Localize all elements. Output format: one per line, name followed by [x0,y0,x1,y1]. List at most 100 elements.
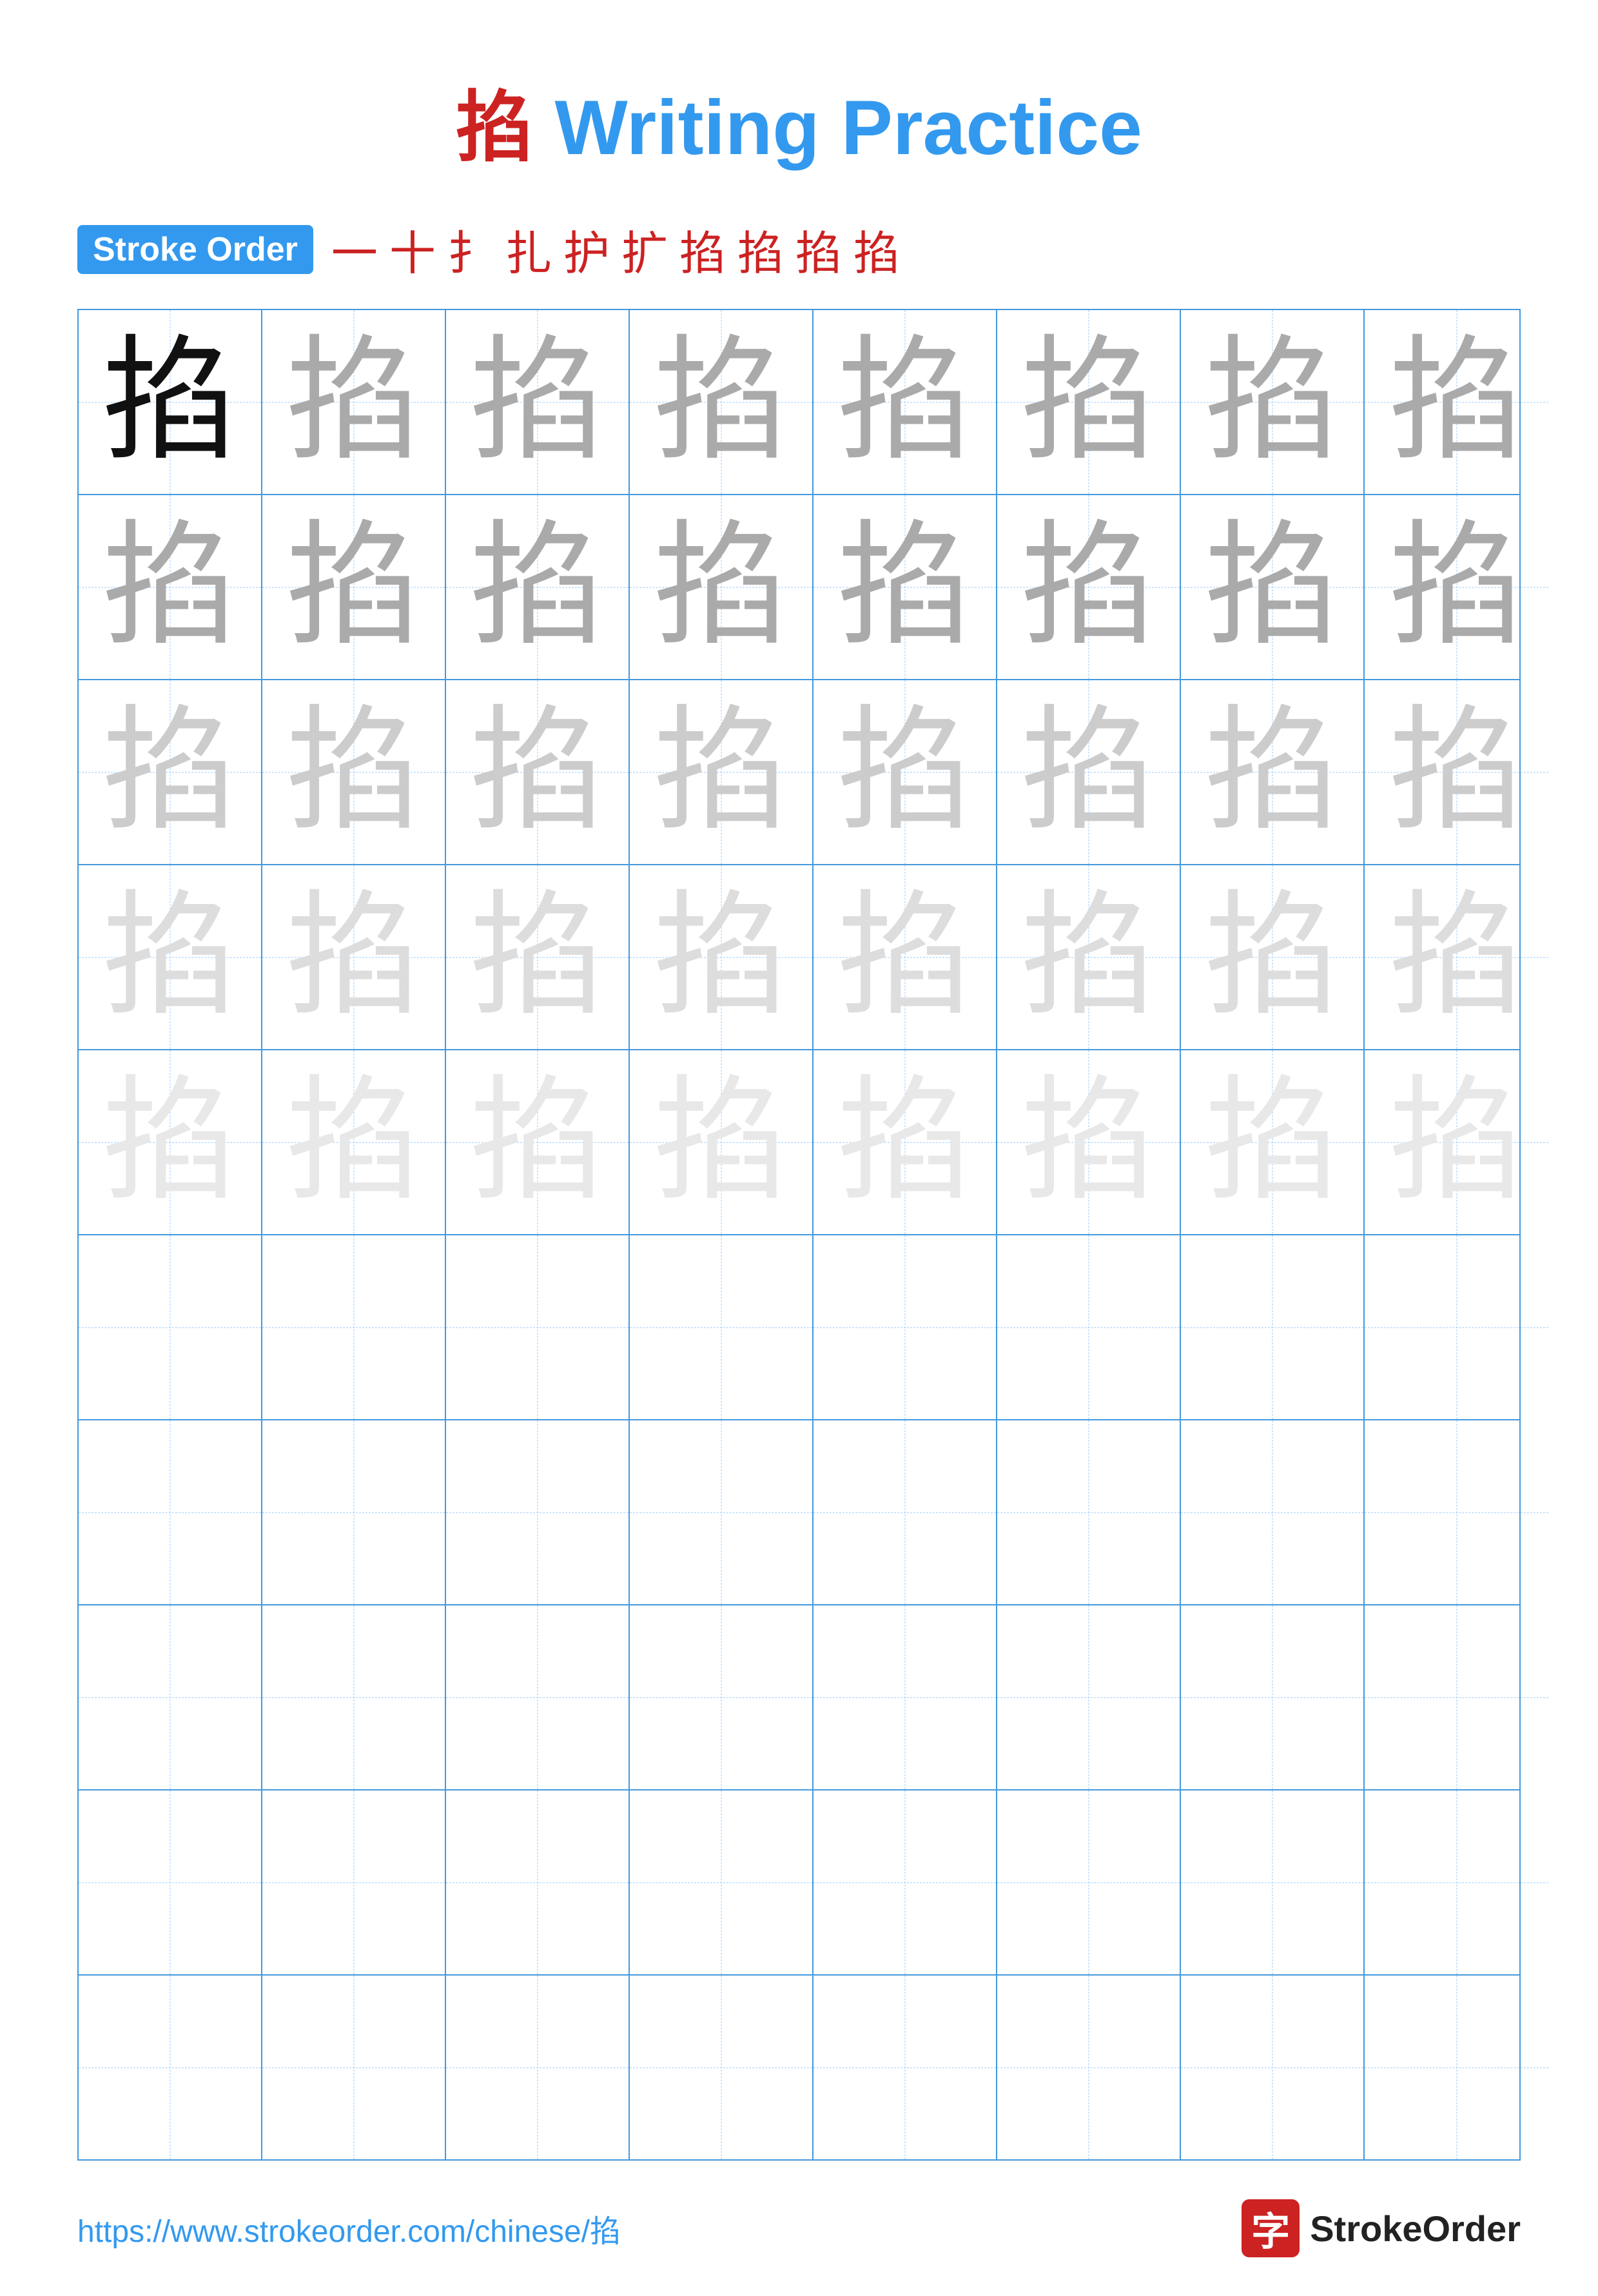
grid-cell[interactable] [997,1976,1181,2159]
grid-cell[interactable]: 掐 [1181,310,1365,494]
grid-row-5: 掐 掐 掐 掐 掐 掐 掐 掐 [79,1050,1519,1235]
grid-cell[interactable] [814,1976,997,2159]
grid-cell[interactable] [814,1420,997,1604]
grid-cell[interactable] [446,1791,630,1974]
grid-cell[interactable]: 掐 [262,865,446,1049]
grid-cell[interactable]: 掐 [79,310,262,494]
grid-cell[interactable] [79,1420,262,1604]
grid-cell[interactable] [262,1420,446,1604]
grid-cell[interactable] [79,1976,262,2159]
grid-cell[interactable] [814,1235,997,1419]
grid-cell[interactable]: 掐 [814,495,997,679]
grid-cell[interactable] [997,1235,1181,1419]
grid-cell[interactable] [997,1420,1181,1604]
practice-char: 掐 [1204,335,1340,470]
grid-cell[interactable]: 掐 [630,1050,814,1234]
grid-cell[interactable] [1365,1791,1548,1974]
grid-cell[interactable]: 掐 [446,865,630,1049]
practice-char: 掐 [102,335,237,470]
grid-cell[interactable] [446,1605,630,1789]
practice-char: 掐 [837,520,972,655]
grid-cell[interactable]: 掐 [446,1050,630,1234]
grid-cell[interactable]: 掐 [630,310,814,494]
grid-cell[interactable]: 掐 [262,310,446,494]
grid-cell[interactable] [79,1791,262,1974]
grid-cell[interactable]: 掐 [630,495,814,679]
grid-cell[interactable] [997,1791,1181,1974]
stroke-order-row: Stroke Order 一 十 扌 扎 护 扩 掐 掐 掐 掐 [52,215,1546,283]
grid-cell[interactable] [997,1605,1181,1789]
grid-cell[interactable]: 掐 [630,680,814,864]
grid-cell[interactable]: 掐 [1181,865,1365,1049]
grid-cell[interactable]: 掐 [997,865,1181,1049]
practice-char: 掐 [469,1075,605,1210]
grid-cell[interactable]: 掐 [79,1050,262,1234]
grid-cell[interactable]: 掐 [1365,865,1548,1049]
grid-cell[interactable] [630,1976,814,2159]
grid-cell[interactable]: 掐 [446,680,630,864]
grid-cell[interactable]: 掐 [814,865,997,1049]
practice-char: 掐 [1389,520,1524,655]
footer-url[interactable]: https://www.strokeorder.com/chinese/掐 [77,2206,621,2251]
grid-row-3: 掐 掐 掐 掐 掐 掐 掐 掐 [79,680,1519,865]
practice-char: 掐 [102,705,237,840]
practice-char: 掐 [286,705,421,840]
stroke-step-1: 一 [331,215,378,283]
grid-cell[interactable]: 掐 [814,1050,997,1234]
grid-cell[interactable]: 掐 [262,1050,446,1234]
grid-cell[interactable] [1365,1420,1548,1604]
grid-cell[interactable] [1365,1976,1548,2159]
grid-cell[interactable] [630,1235,814,1419]
grid-cell[interactable]: 掐 [1181,680,1365,864]
grid-cell[interactable] [262,1235,446,1419]
grid-cell[interactable]: 掐 [997,310,1181,494]
grid-cell[interactable] [1365,1605,1548,1789]
grid-cell[interactable] [814,1605,997,1789]
grid-cell[interactable] [1181,1791,1365,1974]
grid-cell[interactable] [814,1791,997,1974]
grid-cell[interactable] [630,1791,814,1974]
grid-cell[interactable]: 掐 [997,680,1181,864]
grid-cell[interactable] [79,1235,262,1419]
grid-cell[interactable] [446,1235,630,1419]
practice-char: 掐 [469,890,605,1025]
grid-cell[interactable] [446,1976,630,2159]
grid-cell[interactable]: 掐 [630,865,814,1049]
grid-cell[interactable]: 掐 [997,1050,1181,1234]
grid-cell[interactable]: 掐 [1365,310,1548,494]
grid-cell[interactable]: 掐 [814,680,997,864]
grid-cell[interactable] [262,1976,446,2159]
grid-cell[interactable]: 掐 [1365,1050,1548,1234]
grid-cell[interactable] [79,1605,262,1789]
grid-cell[interactable] [1365,1235,1548,1419]
grid-cell[interactable]: 掐 [1365,495,1548,679]
grid-cell[interactable] [262,1605,446,1789]
grid-row-9 [79,1791,1519,1976]
grid-cell[interactable] [1181,1235,1365,1419]
grid-cell[interactable] [1181,1976,1365,2159]
grid-cell[interactable] [446,1420,630,1604]
grid-cell[interactable]: 掐 [814,310,997,494]
grid-cell[interactable]: 掐 [446,310,630,494]
grid-cell[interactable]: 掐 [262,495,446,679]
grid-cell[interactable]: 掐 [262,680,446,864]
grid-cell[interactable]: 掐 [79,495,262,679]
grid-cell[interactable] [1181,1605,1365,1789]
grid-cell[interactable]: 掐 [997,495,1181,679]
grid-cell[interactable]: 掐 [79,680,262,864]
grid-cell[interactable]: 掐 [79,865,262,1049]
grid-cell[interactable] [630,1605,814,1789]
grid-cell[interactable]: 掐 [1181,1050,1365,1234]
practice-char: 掐 [102,1075,237,1210]
practice-char: 掐 [653,705,788,840]
practice-char: 掐 [653,335,788,470]
title-char: 掐 [456,85,533,171]
practice-char: 掐 [102,520,237,655]
grid-cell[interactable] [1181,1420,1365,1604]
grid-cell[interactable]: 掐 [1181,495,1365,679]
grid-cell[interactable] [262,1791,446,1974]
grid-cell[interactable]: 掐 [1365,680,1548,864]
grid-row-1: 掐 掐 掐 掐 掐 掐 掐 掐 [79,310,1519,495]
grid-cell[interactable] [630,1420,814,1604]
grid-cell[interactable]: 掐 [446,495,630,679]
